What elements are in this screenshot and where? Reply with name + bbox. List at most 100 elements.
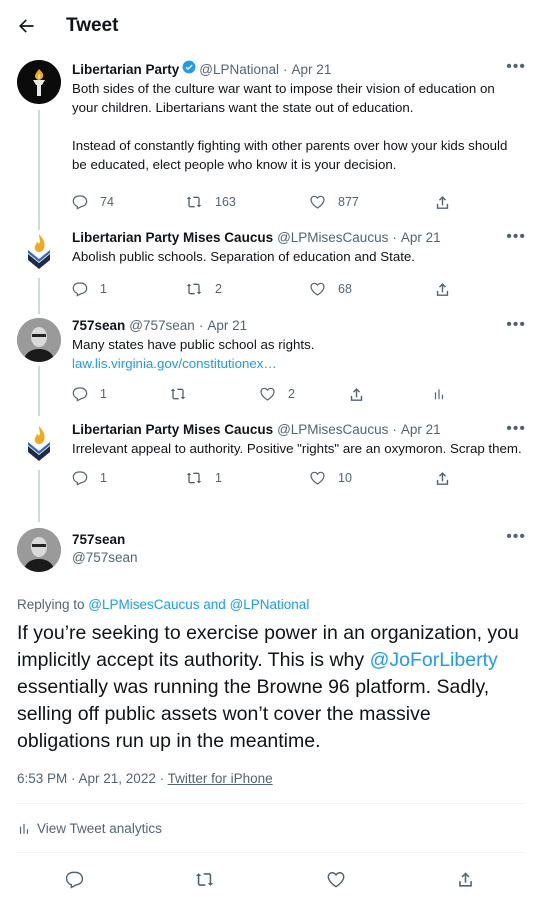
share-icon xyxy=(436,471,449,485)
like-button[interactable]: 10 xyxy=(309,470,434,486)
share-icon xyxy=(459,871,472,887)
author-name[interactable]: Libertarian Party Mises Caucus xyxy=(72,422,273,437)
retweet-button[interactable] xyxy=(194,870,215,889)
flame-logo-icon xyxy=(28,426,50,461)
author-handle[interactable]: @LPMisesCaucus xyxy=(277,230,388,245)
like-button[interactable] xyxy=(326,870,346,889)
avatar[interactable] xyxy=(17,528,61,572)
torch-logo-icon xyxy=(17,60,61,104)
heart-icon xyxy=(327,871,345,887)
arrow-left-icon xyxy=(19,19,34,33)
tweet-date[interactable]: Apr 21 xyxy=(401,230,441,245)
author-handle[interactable]: @757sean xyxy=(129,318,195,333)
reply-button[interactable] xyxy=(65,870,84,889)
share-button[interactable] xyxy=(434,470,451,487)
retweet-button[interactable] xyxy=(169,386,259,402)
like-count: 68 xyxy=(338,282,352,296)
thread-tweet[interactable]: ••• Libertarian Party @LPNational · Apr … xyxy=(0,52,540,230)
tweet-date[interactable]: Apr 21 xyxy=(207,318,247,333)
tweet-date[interactable]: Apr 21 xyxy=(292,62,332,77)
page-header: Tweet xyxy=(0,0,540,52)
avatar[interactable] xyxy=(17,60,61,104)
reply-count: 1 xyxy=(100,471,107,485)
share-button[interactable] xyxy=(456,870,475,889)
thread-tweet[interactable]: ••• 757sean @757sean · Apr 21 Many state… xyxy=(0,308,540,416)
more-options-icon[interactable]: ••• xyxy=(506,228,526,246)
timestamp-text: 6:53 PM · Apr 21, 2022 · xyxy=(17,771,168,786)
avatar[interactable] xyxy=(17,230,61,274)
avatar[interactable] xyxy=(17,422,61,466)
author-handle[interactable]: @LPNational xyxy=(199,62,279,77)
more-options-icon[interactable]: ••• xyxy=(506,58,526,76)
heart-icon xyxy=(310,195,325,209)
heart-icon xyxy=(310,471,325,485)
user-photo-icon xyxy=(17,318,61,362)
thread-tweet[interactable]: ••• Libertarian Party Mises Caucus @LPMi… xyxy=(0,412,540,522)
like-count: 877 xyxy=(338,195,359,209)
tweet-actions: 1 1 10 xyxy=(72,464,524,492)
author-handle[interactable]: @LPMisesCaucus xyxy=(277,422,388,437)
verified-badge-icon xyxy=(182,60,196,74)
main-tweet-author: 757sean @757sean ••• xyxy=(0,520,540,580)
retweet-icon xyxy=(186,283,202,295)
main-tweet-actions xyxy=(0,853,540,905)
tweet-actions: 1 2 68 xyxy=(72,275,524,303)
share-button[interactable] xyxy=(434,281,451,298)
share-icon xyxy=(436,282,449,296)
author-name[interactable]: Libertarian Party xyxy=(72,62,179,77)
reply-button[interactable]: 74 xyxy=(72,194,185,210)
view-analytics-link[interactable]: View Tweet analytics xyxy=(0,804,540,852)
back-button[interactable] xyxy=(0,0,52,52)
retweet-icon xyxy=(186,472,202,484)
tweet-date[interactable]: Apr 21 xyxy=(401,422,441,437)
separator-dot: · xyxy=(392,230,397,245)
retweet-count: 2 xyxy=(215,282,222,296)
author-name[interactable]: 757sean xyxy=(72,318,125,333)
page-title: Tweet xyxy=(66,15,119,36)
main-text-part: essentially was running the Browne 96 pl… xyxy=(17,676,490,752)
separator-dot: · xyxy=(392,422,397,437)
retweet-button[interactable]: 1 xyxy=(185,470,309,486)
like-count: 10 xyxy=(338,471,352,485)
share-button[interactable] xyxy=(434,194,451,211)
source-link[interactable]: Twitter for iPhone xyxy=(168,771,273,786)
separator-dot: · xyxy=(283,62,288,77)
reply-button[interactable]: 1 xyxy=(72,386,169,402)
retweet-icon xyxy=(170,388,186,400)
tweet-link[interactable]: law.lis.virginia.gov/constitutionex… xyxy=(72,354,524,373)
more-options-icon[interactable]: ••• xyxy=(506,316,526,334)
thread-line xyxy=(38,366,40,416)
share-button[interactable] xyxy=(348,386,432,403)
tweet-actions: 74 163 877 xyxy=(72,188,524,216)
retweet-button[interactable]: 163 xyxy=(185,194,309,210)
author-name[interactable]: 757sean xyxy=(72,532,138,547)
tweet-text: Abolish public schools. Separation of ed… xyxy=(72,249,415,264)
thread-line xyxy=(38,470,40,522)
tweet-text: Irrelevant appeal to authority. Positive… xyxy=(72,441,522,456)
tweet-text: Many states have public school as rights… xyxy=(72,337,315,352)
heart-icon xyxy=(260,387,275,401)
reply-icon xyxy=(72,195,88,210)
more-options-icon[interactable]: ••• xyxy=(506,528,526,546)
reply-count: 74 xyxy=(100,195,114,209)
thread-tweet[interactable]: ••• Libertarian Party Mises Caucus @LPMi… xyxy=(0,220,540,314)
reply-icon xyxy=(72,471,88,486)
like-button[interactable]: 68 xyxy=(309,281,434,297)
retweet-count: 1 xyxy=(215,471,222,485)
reply-button[interactable]: 1 xyxy=(72,470,185,486)
like-button[interactable]: 877 xyxy=(309,194,434,210)
more-options-icon[interactable]: ••• xyxy=(506,420,526,438)
replying-to-users[interactable]: @LPMisesCaucus and @LPNational xyxy=(88,597,309,612)
mention-link[interactable]: @JoForLiberty xyxy=(370,649,498,671)
author-name[interactable]: Libertarian Party Mises Caucus xyxy=(72,230,273,245)
author-handle[interactable]: @757sean xyxy=(72,550,138,565)
like-button[interactable]: 2 xyxy=(259,386,348,402)
reply-count: 1 xyxy=(100,282,107,296)
view-analytics-label: View Tweet analytics xyxy=(37,820,162,836)
thread-line xyxy=(38,110,40,230)
analytics-button[interactable] xyxy=(432,386,446,402)
tweet-actions: 1 2 xyxy=(72,380,524,408)
retweet-button[interactable]: 2 xyxy=(185,281,309,297)
reply-button[interactable]: 1 xyxy=(72,281,185,297)
avatar[interactable] xyxy=(17,318,61,362)
